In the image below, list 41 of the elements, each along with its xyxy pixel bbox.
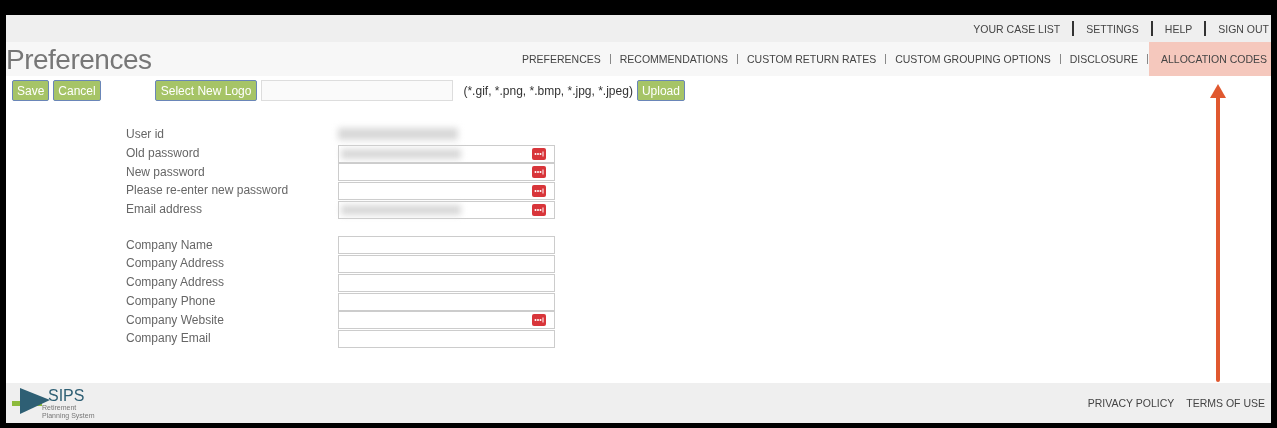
field-label: Company Email [126,331,212,346]
nav-tab[interactable]: PREFERENCES [521,42,601,76]
input-field[interactable] [338,255,555,274]
input-field[interactable] [338,273,555,292]
password-key-icon[interactable] [532,185,546,198]
input-field[interactable] [338,236,555,255]
nav-tab[interactable]: ALLOCATION CODES [1149,42,1271,76]
file-path-field[interactable] [261,80,454,101]
top-link[interactable]: YOUR CASE LIST [961,22,1073,35]
field-label: Company Website [126,312,225,327]
top-link[interactable]: SIGN OUT [1206,22,1269,35]
page-title: Preferences [6,43,152,76]
input-field[interactable] [338,292,555,311]
input-field[interactable] [338,163,555,182]
input-field[interactable] [338,329,555,348]
password-key-icon[interactable] [532,203,546,216]
nav-tab[interactable]: CUSTOM RETURN RATES [747,42,877,76]
input-field[interactable] [338,200,555,219]
password-key-icon[interactable] [532,147,546,160]
top-link[interactable]: HELP [1152,22,1205,35]
input-field[interactable] [338,182,555,201]
password-key-icon[interactable] [532,314,546,327]
nav-tab[interactable]: CUSTOM GROUPING OPTIONS [895,42,1051,76]
field-label: User id [126,127,165,142]
field-label: Company Address [126,256,226,271]
nav-tab[interactable]: RECOMMENDATIONS [619,42,729,76]
field-label: Old password [126,146,201,161]
top-link[interactable]: SETTINGS [1074,22,1151,35]
input-field[interactable] [338,144,555,163]
field-label: Company Name [126,237,214,252]
input-field[interactable] [338,311,555,330]
footer-link[interactable]: TERMS OF USE [1186,397,1265,409]
file-types-hint: (*.gif, *.png, *.bmp, *.jpg, *.jpeg) [463,83,633,98]
field-label: Company Phone [126,293,217,308]
nav-tab[interactable]: DISCLOSURE [1069,42,1138,76]
field-label: Please re-enter new password [126,183,290,198]
footer-link[interactable]: PRIVACY POLICY [1087,397,1175,409]
field-label: Company Address [126,275,226,290]
field-label: New password [126,164,206,179]
field-label: Email address [126,202,204,217]
password-key-icon[interactable] [532,166,546,179]
